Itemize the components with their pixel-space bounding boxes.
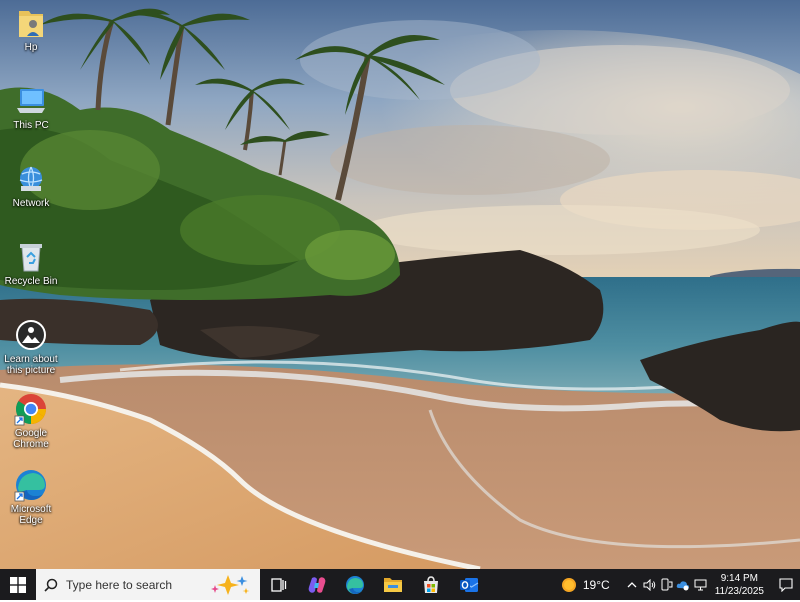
desktop-icon-label: Recycle Bin bbox=[4, 276, 58, 287]
microsoft-store-icon bbox=[424, 575, 438, 593]
taskbar-microsoft-store[interactable] bbox=[412, 569, 450, 600]
windows-logo-icon bbox=[10, 576, 26, 593]
network-button[interactable] bbox=[692, 569, 709, 600]
desktop-icon-label: Google Chrome bbox=[13, 428, 49, 450]
taskbar-copilot[interactable] bbox=[298, 569, 336, 600]
network-monitor-icon bbox=[694, 579, 707, 590]
outlook-icon bbox=[460, 577, 479, 592]
recycle-bin-icon bbox=[14, 240, 48, 274]
taskbar-edge[interactable] bbox=[336, 569, 374, 600]
notification-center-button[interactable] bbox=[772, 569, 800, 600]
notification-icon bbox=[779, 577, 793, 592]
system-tray: 19°C 9:14 PM 11/23/2025 bbox=[561, 569, 800, 600]
network-icon bbox=[14, 162, 48, 196]
edge-icon bbox=[14, 468, 48, 502]
meet-now-button[interactable] bbox=[658, 569, 675, 600]
desktop-icon-microsoft-edge[interactable]: Microsoft Edge bbox=[0, 468, 62, 526]
start-button[interactable] bbox=[0, 569, 36, 600]
desktop-icon-this-pc[interactable]: This PC bbox=[0, 84, 62, 131]
volume-button[interactable] bbox=[641, 569, 658, 600]
taskbar-file-explorer[interactable] bbox=[374, 569, 412, 600]
chevron-up-icon bbox=[627, 581, 637, 587]
desktop-icon-network[interactable]: Network bbox=[0, 162, 62, 209]
show-hidden-icons-button[interactable] bbox=[624, 569, 641, 600]
desktop-icon-label: This PC bbox=[13, 120, 49, 131]
search-highlight-icon bbox=[206, 573, 252, 602]
weather-widget[interactable]: 19°C bbox=[561, 577, 610, 593]
desktop-icon-label: Microsoft Edge bbox=[10, 504, 52, 526]
desktop-icon-label: Learn about this picture bbox=[4, 354, 58, 376]
phone-link-icon bbox=[661, 578, 673, 591]
weather-temperature: 19°C bbox=[582, 577, 610, 592]
copilot-icon bbox=[308, 576, 326, 593]
taskbar: 19°C bbox=[0, 569, 800, 600]
learn-picture-icon bbox=[14, 318, 48, 352]
desktop-icon-label: Hp bbox=[24, 42, 38, 53]
onedrive-button[interactable] bbox=[675, 569, 692, 600]
taskbar-clock[interactable]: 9:14 PM 11/23/2025 bbox=[715, 572, 764, 598]
search-input[interactable] bbox=[64, 576, 208, 593]
task-view-icon bbox=[271, 577, 287, 592]
taskbar-search-box[interactable] bbox=[36, 569, 260, 600]
desktop-icon-google-chrome[interactable]: Google Chrome bbox=[0, 392, 62, 450]
search-icon bbox=[44, 578, 58, 592]
cloud-sync-icon bbox=[676, 580, 690, 590]
desktop-icon-learn-about-picture[interactable]: Learn about this picture bbox=[0, 318, 62, 376]
user-folder-icon bbox=[14, 6, 48, 40]
file-explorer-icon bbox=[384, 577, 402, 592]
desktop-icon-recycle-bin[interactable]: Recycle Bin bbox=[0, 240, 62, 287]
speaker-icon bbox=[643, 578, 655, 591]
chrome-icon bbox=[14, 392, 48, 426]
taskbar-task-view[interactable] bbox=[260, 569, 298, 600]
computer-icon bbox=[14, 84, 48, 118]
edge-icon bbox=[346, 575, 364, 594]
clock-time: 9:14 PM bbox=[720, 572, 758, 584]
desktop-icon-user-folder[interactable]: Hp bbox=[0, 6, 62, 53]
desktop-icon-label: Network bbox=[12, 198, 50, 209]
clock-date: 11/23/2025 bbox=[714, 585, 764, 597]
sun-icon bbox=[561, 577, 576, 592]
desktop-wallpaper bbox=[0, 0, 800, 569]
taskbar-outlook[interactable] bbox=[450, 569, 488, 600]
